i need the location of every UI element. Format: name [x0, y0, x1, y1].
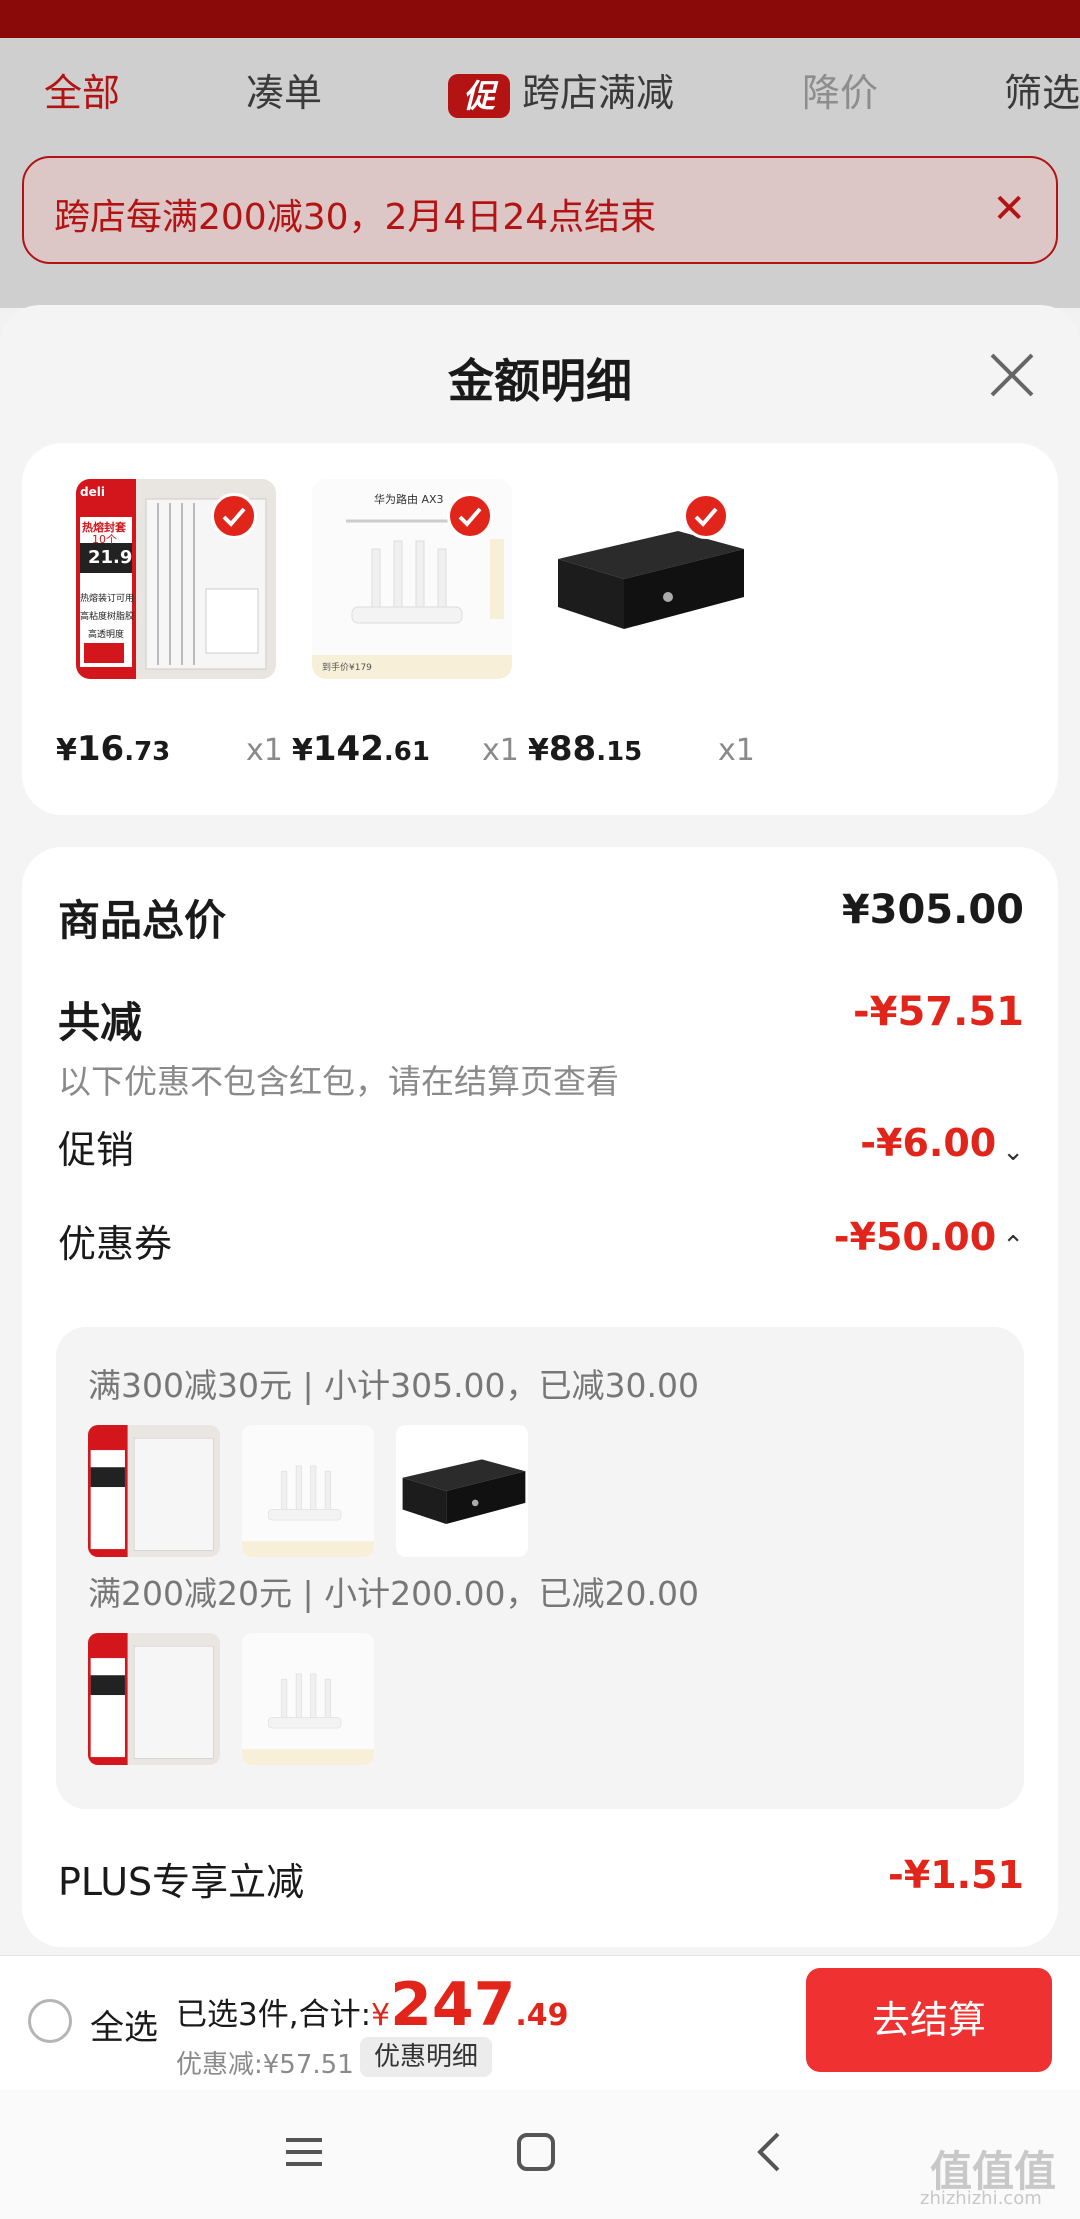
menu-icon[interactable] — [282, 2130, 326, 2174]
selected-count-text: 已选3件,合计: — [176, 1997, 372, 2033]
discount-summary: 优惠减:¥57.51 — [176, 2050, 354, 2080]
checkout-bar: 全选 已选3件,合计:¥247.49 优惠减:¥57.51 优惠明细 去结算 — [0, 1955, 1080, 2090]
deli-logo-text: deli — [80, 485, 105, 499]
product-item[interactable]: 华为路由 AX3 到手价¥179 — [312, 479, 512, 719]
promo-notice-text: 跨店每满200减30，2月4日24点结束 — [54, 197, 657, 238]
total-currency: ¥ — [371, 1998, 391, 2033]
filter-tabs: 全部 凑单 促跨店满减 降价 筛选 — [0, 62, 1080, 124]
product-price: ¥142.61 — [292, 729, 430, 769]
watermark-url: zhizhizhi.com — [920, 2188, 1042, 2209]
promotion-value: -¥6.00 — [860, 1121, 997, 1165]
total-amount: 已选3件,合计:¥247.49 — [176, 1970, 569, 2040]
selected-check-icon[interactable] — [447, 493, 493, 539]
product-qty: x1 — [482, 733, 519, 768]
coupon-label: 优惠券 — [58, 1222, 173, 1266]
promotion-label: 促销 — [58, 1128, 135, 1172]
system-nav-bar — [0, 2090, 1080, 2219]
status-bar — [0, 0, 1080, 38]
chevron-up-icon: ⌃ — [1002, 1230, 1024, 1261]
coupon-group-text: 满200减20元 | 小计200.00，已减20.00 — [88, 1574, 700, 1613]
price-breakdown-card: 商品总价 ¥305.00 共减 -¥57.51 以下优惠不包含红包，请在结算页查… — [22, 847, 1058, 1947]
product-thumb-huawei-router — [242, 1425, 374, 1557]
product-qty: x1 — [718, 733, 755, 768]
plus-discount-value: -¥1.51 — [888, 1853, 1024, 1897]
total-reduce-label: 共减 — [58, 998, 143, 1047]
tab-bundle[interactable]: 凑单 — [246, 62, 322, 117]
deli-feature-3: 高透明度 — [88, 630, 125, 640]
product-price: ¥16.73 — [56, 729, 171, 769]
sheet-title: 金额明细 — [448, 354, 632, 408]
product-thumb-deli-folder — [88, 1633, 220, 1765]
product-price: ¥88.15 — [528, 729, 643, 769]
router-title-text: 华为路由 AX3 — [374, 493, 444, 506]
total-int: 247 — [390, 1970, 516, 2040]
checkout-button[interactable]: 去结算 — [806, 1968, 1052, 2072]
goods-total-value: ¥305.00 — [841, 887, 1024, 933]
selected-check-icon[interactable] — [211, 493, 257, 539]
product-qty: x1 — [246, 733, 283, 768]
coupon-value: -¥50.00 — [833, 1215, 997, 1259]
tab-cross-store[interactable]: 促跨店满减 — [448, 62, 674, 118]
back-icon[interactable] — [748, 2130, 792, 2174]
total-dec: .49 — [515, 1998, 569, 2033]
product-item[interactable]: deli 热熔封套 10个 21.9 热熔装订可用 高粘度树脂胶 高透明度 — [76, 479, 276, 719]
deli-feature-1: 热熔装订可用 — [80, 594, 135, 604]
discount-detail-button[interactable]: 优惠明细 — [360, 2037, 493, 2077]
coupon-row-value[interactable]: -¥50.00 ⌃ — [834, 1215, 1024, 1261]
product-list-card: deli 热熔封套 10个 21.9 热熔装订可用 高粘度树脂胶 高透明度 ¥1… — [22, 443, 1058, 815]
coupon-detail-box: 满300减30元 | 小计305.00，已减30.00 满200减20元 | 小… — [56, 1327, 1024, 1809]
product-thumb-huawei-router — [242, 1633, 374, 1765]
tab-price-drop[interactable]: 降价 — [802, 62, 878, 117]
total-reduce-value: -¥57.51 — [853, 989, 1024, 1035]
home-icon[interactable] — [514, 2130, 558, 2174]
close-icon[interactable] — [986, 349, 1038, 401]
select-all-label[interactable]: 全选 — [90, 2000, 158, 2049]
promo-badge: 促 — [448, 73, 510, 118]
amount-detail-sheet: 金额明细 deli 热熔封套 10个 21.9 热熔装订可用 高粘度树脂胶 高透… — [0, 305, 1080, 1955]
selected-check-icon[interactable] — [683, 493, 729, 539]
chevron-down-icon: ⌄ — [1002, 1136, 1024, 1167]
product-thumb-cash-drawer — [396, 1425, 528, 1557]
deli-price-text: 21.9 — [88, 547, 133, 568]
select-all-checkbox[interactable] — [28, 1999, 72, 2043]
tab-all[interactable]: 全部 — [44, 62, 120, 117]
deli-count-text: 10个 — [92, 533, 117, 546]
close-icon[interactable]: ✕ — [992, 186, 1026, 232]
product-item[interactable] — [548, 479, 748, 719]
product-thumb-deli-folder — [88, 1425, 220, 1557]
discount-note: 以下优惠不包含红包，请在结算页查看 — [58, 1062, 619, 1101]
deli-feature-2: 高粘度树脂胶 — [80, 612, 135, 622]
coupon-group-text: 满300减30元 | 小计305.00，已减30.00 — [88, 1366, 700, 1405]
plus-discount-label: PLUS专享立减 — [58, 1860, 305, 1904]
tab-cross-store-label: 跨店满减 — [522, 71, 675, 115]
tab-filter[interactable]: 筛选 — [1004, 62, 1080, 117]
goods-total-label: 商品总价 — [58, 896, 227, 945]
router-price-tag: 到手价¥179 — [322, 663, 372, 673]
promotion-row-value[interactable]: -¥6.00 ⌄ — [860, 1121, 1024, 1167]
promo-notice-banner: 跨店每满200减30，2月4日24点结束 ✕ — [22, 156, 1058, 264]
